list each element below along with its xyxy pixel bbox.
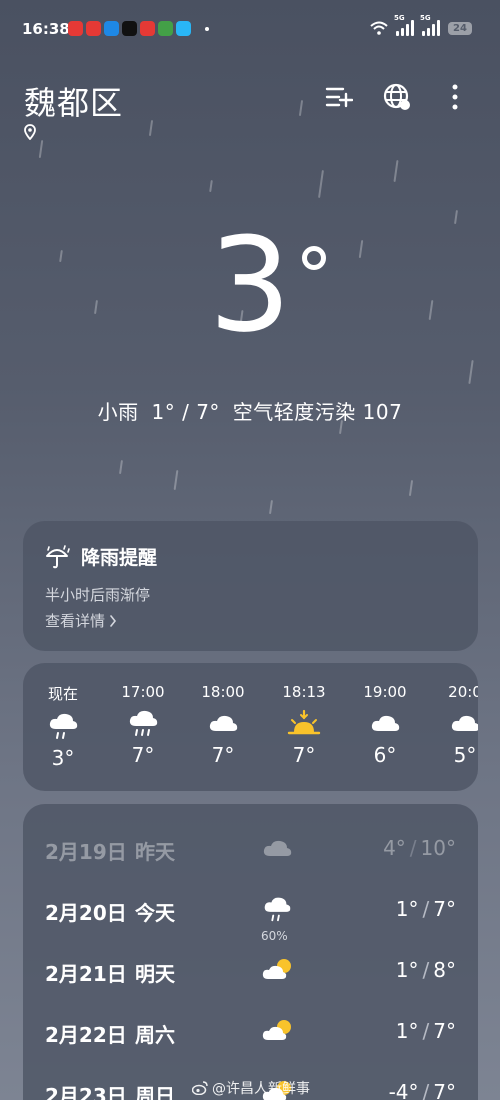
temp-range: 1°/7°	[395, 1019, 456, 1043]
hourly-item[interactable]: 17:00 7°	[113, 683, 173, 767]
manage-cities-button[interactable]	[324, 82, 354, 112]
current-range: 1° / 7°	[151, 400, 220, 424]
notification-app-icon	[140, 21, 155, 36]
status-time: 16:38	[22, 20, 70, 38]
current-condition: 小雨	[97, 400, 139, 424]
rain-cloud-icon	[33, 708, 93, 744]
umbrella-rain-icon	[46, 544, 70, 568]
more-notifications-dot	[205, 27, 209, 31]
hourly-forecast-card[interactable]: 现在 3° 17:00 7° 18:00 7° 18:13 7° 19:00 6…	[23, 663, 478, 791]
notification-app-icon	[176, 21, 191, 36]
daily-row[interactable]: 2月20日 今天 60% 1°/7°	[23, 885, 478, 943]
weibo-watermark: @许昌人新鲜事	[192, 1078, 310, 1098]
partly-cloudy-icon	[259, 954, 295, 986]
sunset-icon	[274, 705, 334, 741]
rain-cloud-icon	[259, 893, 295, 925]
manage-cities-icon	[325, 87, 353, 108]
daily-row[interactable]: 2月22日 周六 1°/7°	[23, 1007, 478, 1057]
daily-row[interactable]: 2月19日 昨天 4°/10°	[23, 824, 478, 874]
cloud-icon	[259, 832, 295, 864]
more-icon	[452, 84, 458, 110]
notification-icons	[68, 21, 191, 36]
globe-button[interactable]	[382, 82, 412, 112]
rain-alert-subtitle: 半小时后雨渐停	[45, 586, 151, 604]
hourly-item[interactable]: 20:0 5°	[435, 683, 478, 767]
partly-cloudy-icon	[259, 1015, 295, 1047]
location-icon	[24, 124, 36, 140]
globe-icon	[383, 83, 410, 110]
rain-probability: 60%	[261, 929, 288, 943]
cloud-icon	[355, 705, 415, 741]
signal-icon: 5G	[394, 14, 414, 36]
current-summary: 小雨 1° / 7° 空气轻度污染 107	[0, 396, 500, 425]
signal-icon: 5G	[420, 14, 440, 36]
notification-app-icon	[104, 21, 119, 36]
temp-range: 4°/10°	[383, 836, 456, 860]
temp-range: 1°/7°	[395, 897, 456, 921]
hourly-item[interactable]: 现在 3°	[33, 683, 93, 770]
system-indicators: 5G 5G 24	[370, 14, 472, 36]
air-quality[interactable]: 空气轻度污染 107	[233, 400, 403, 424]
hourly-item[interactable]: 19:00 6°	[355, 683, 415, 767]
rain-cloud-icon	[113, 705, 173, 741]
temp-range: 1°/8°	[395, 958, 456, 982]
rain-alert-card[interactable]: 降雨提醒 半小时后雨渐停 查看详情	[23, 521, 478, 651]
daily-row[interactable]: 2月21日 明天 1°/8°	[23, 946, 478, 996]
rain-alert-title: 降雨提醒	[81, 547, 158, 569]
status-bar: 16:38 5G 5G 24	[0, 0, 500, 60]
chevron-right-icon	[110, 614, 117, 627]
notification-app-icon	[68, 21, 83, 36]
rain-alert-details-link[interactable]: 查看详情	[45, 610, 117, 631]
city-name[interactable]: 魏都区	[24, 78, 123, 124]
notification-app-icon	[158, 21, 173, 36]
temp-range: -4°/7°	[388, 1080, 456, 1100]
daily-forecast-card[interactable]: 2月19日 昨天 4°/10° 2月20日 今天 60% 1°/7° 2月21日…	[23, 804, 478, 1100]
notification-app-icon	[86, 21, 101, 36]
hourly-item[interactable]: 18:00 7°	[193, 683, 253, 767]
more-button[interactable]	[440, 82, 470, 112]
rain-alert-header: 降雨提醒	[45, 543, 157, 570]
header-actions	[324, 82, 470, 112]
weibo-icon	[192, 1081, 208, 1095]
details-link-label: 查看详情	[45, 612, 106, 630]
wifi-icon	[370, 21, 388, 35]
notification-app-icon	[122, 21, 137, 36]
cloud-icon	[435, 705, 478, 741]
battery-icon: 24	[448, 21, 472, 35]
current-temperature: 3	[208, 209, 292, 361]
cloud-icon	[193, 705, 253, 741]
watermark-text: @许昌人新鲜事	[212, 1081, 310, 1097]
hourly-item[interactable]: 18:13 7°	[274, 683, 334, 767]
degree-symbol	[302, 246, 326, 270]
